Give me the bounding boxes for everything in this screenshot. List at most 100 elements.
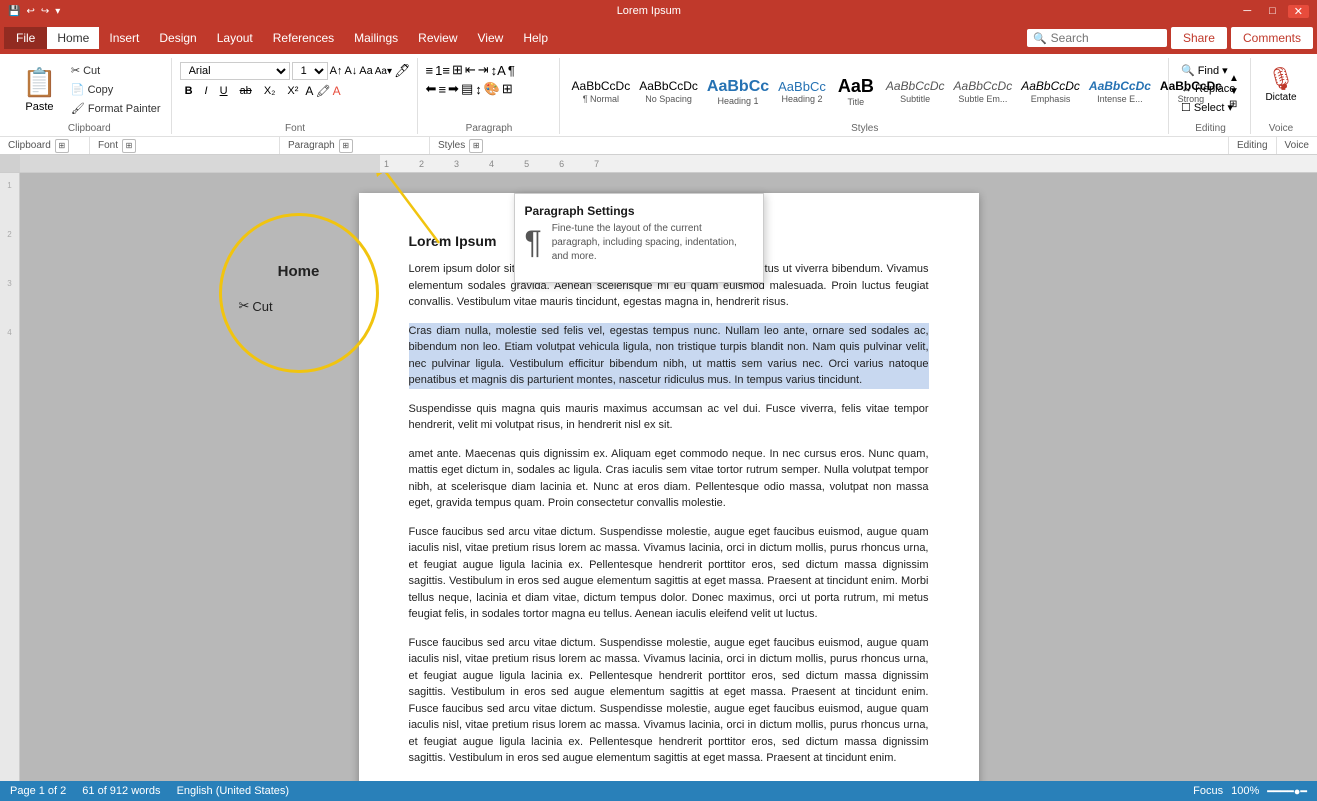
align-center-icon[interactable]: ≡ (438, 82, 446, 97)
borders-icon[interactable]: ⊞ (502, 81, 513, 97)
menu-review[interactable]: Review (408, 27, 467, 49)
show-marks-icon[interactable]: ¶ (508, 63, 515, 78)
font-expand-icon[interactable]: ⊞ (122, 139, 136, 153)
select-button[interactable]: ☐ Select ▾ (1177, 99, 1237, 116)
align-left-icon[interactable]: ⬅ (426, 81, 437, 97)
style-no-spacing[interactable]: AaBbCcDc No Spacing (635, 76, 702, 106)
numbered-list-icon[interactable]: 1≡ (435, 63, 450, 78)
sidebar-marker-1: 1 (7, 181, 11, 190)
focus-button[interactable]: Focus (1193, 785, 1223, 797)
decrease-indent-icon[interactable]: ⇤ (465, 62, 476, 78)
paragraph-5[interactable]: Fusce faucibus sed arcu vitae dictum. Su… (409, 524, 929, 623)
style-title[interactable]: AaB Title (831, 73, 881, 111)
maximize-button[interactable]: □ (1263, 5, 1282, 18)
paragraph-2[interactable]: Cras diam nulla, molestie sed felis vel,… (409, 323, 929, 389)
style-intense[interactable]: AaBbCcDc Intense E... (1085, 76, 1155, 106)
underline-button[interactable]: U (215, 83, 233, 99)
search-input[interactable] (1051, 31, 1151, 45)
text-highlight-color-icon[interactable]: 🖍 (315, 84, 330, 98)
shading-icon[interactable]: 🎨 (484, 81, 500, 97)
style-heading2[interactable]: AaBbCc Heading 2 (774, 76, 830, 108)
menu-mailings[interactable]: Mailings (344, 27, 408, 49)
bold-button[interactable]: B (180, 83, 198, 99)
minimize-button[interactable]: ─ (1237, 5, 1257, 18)
menu-help[interactable]: Help (513, 27, 558, 49)
select-icon: ☐ (1181, 101, 1191, 114)
paragraph-4[interactable]: amet ante. Maecenas quis dignissim ex. A… (409, 446, 929, 512)
ruler-tick-4: 4 (489, 159, 494, 169)
bullet-list-icon[interactable]: ≡ (426, 63, 434, 78)
text-effects-icon[interactable]: A (305, 84, 313, 98)
multilevel-list-icon[interactable]: ⊞ (452, 62, 463, 78)
menu-insert[interactable]: Insert (99, 27, 149, 49)
quick-access-save[interactable]: 💾 (8, 6, 20, 17)
style-emphasis-label: Emphasis (1031, 94, 1071, 104)
window-controls-left[interactable]: 💾 ↩ ↪ ▾ (8, 6, 60, 17)
style-subtitle[interactable]: AaBbCcDc Subtitle (882, 76, 949, 106)
language-indicator: English (United States) (177, 785, 290, 797)
italic-button[interactable]: I (200, 83, 213, 99)
font-label-cell[interactable]: Font ⊞ (90, 137, 280, 154)
menu-view[interactable]: View (468, 27, 514, 49)
replace-button[interactable]: ↔ Replace (1177, 81, 1239, 97)
comments-button[interactable]: Comments (1231, 27, 1313, 49)
zoom-slider[interactable]: ━━━━●━ (1267, 785, 1307, 798)
menu-home[interactable]: Home (47, 27, 99, 49)
clear-format-icon[interactable]: Aa (359, 65, 372, 77)
align-buttons-row: ⬅ ≡ ➡ ▤ ↕ 🎨 ⊞ (426, 81, 513, 97)
styles-expand-icon[interactable]: ⊞ (469, 139, 483, 153)
change-case-icon[interactable]: Aa▾ (375, 66, 392, 77)
dictate-button[interactable]: 🎙 Dictate (1259, 62, 1303, 107)
font-format-row: B I U ab X₂ X² A 🖍 A (180, 83, 341, 99)
tooltip-title: Paragraph Settings (525, 204, 753, 218)
ruler-tick-6: 6 (559, 159, 564, 169)
clipboard-expand-icon[interactable]: ⊞ (55, 139, 69, 153)
sort-icon[interactable]: ↕A (491, 63, 506, 78)
quick-access-undo[interactable]: ↩ (26, 6, 34, 17)
strikethrough-button[interactable]: ab (235, 83, 257, 99)
search-box[interactable]: 🔍 (1027, 29, 1167, 47)
styles-label-cell[interactable]: Styles ⊞ (430, 137, 1229, 154)
menu-layout[interactable]: Layout (207, 27, 263, 49)
cut-button[interactable]: ✂ Cut (67, 62, 165, 79)
clipboard-label-cell[interactable]: Clipboard ⊞ (0, 137, 90, 154)
find-button[interactable]: 🔍 Find ▾ (1177, 62, 1232, 79)
style-heading1[interactable]: AaBbCc Heading 1 (703, 74, 773, 109)
font-color-icon[interactable]: A (333, 84, 341, 98)
align-right-icon[interactable]: ➡ (448, 81, 459, 97)
highlight-icon[interactable]: 🖊 (394, 63, 411, 79)
paragraph-3[interactable]: Suspendisse quis magna quis mauris maxim… (409, 401, 929, 434)
style-emphasis[interactable]: AaBbCcDc Emphasis (1017, 76, 1084, 106)
line-spacing-icon[interactable]: ↕ (475, 82, 482, 97)
ruler-tick-3: 3 (454, 159, 459, 169)
font-family-select[interactable]: Arial (180, 62, 290, 80)
paragraph-label-cell[interactable]: Paragraph ⊞ (280, 137, 430, 154)
paragraph-6[interactable]: Fusce faucibus sed arcu vitae dictum. Su… (409, 635, 929, 767)
document-page[interactable]: Home ✂ Cut Paragraph S (359, 193, 979, 781)
subscript-button[interactable]: X₂ (259, 83, 281, 99)
menu-file[interactable]: File (4, 27, 47, 49)
font-size-select[interactable]: 12 (292, 62, 328, 80)
quick-access-more[interactable]: ▾ (55, 6, 60, 17)
copy-button[interactable]: 📄 Copy (67, 81, 165, 98)
paste-button[interactable]: 📋 Paste (14, 62, 65, 117)
font-grow-icon[interactable]: A↑ (330, 65, 343, 77)
paragraph-expand-icon[interactable]: ⊞ (339, 139, 353, 153)
ribbon-group-styles: AaBbCcDc ¶ Normal AaBbCcDc No Spacing Aa… (562, 58, 1169, 134)
justify-icon[interactable]: ▤ (461, 81, 473, 97)
superscript-button[interactable]: X² (282, 83, 303, 99)
increase-indent-icon[interactable]: ⇥ (478, 62, 489, 78)
close-button[interactable]: ✕ (1288, 5, 1309, 18)
font-shrink-icon[interactable]: A↓ (344, 65, 357, 77)
quick-access-redo[interactable]: ↪ (41, 6, 49, 17)
menu-design[interactable]: Design (149, 27, 206, 49)
format-painter-button[interactable]: 🖌 Format Painter (67, 100, 165, 117)
share-button[interactable]: Share (1171, 27, 1227, 49)
style-subtle-em[interactable]: AaBbCcDc Subtle Em... (950, 76, 1017, 106)
window-controls-right[interactable]: ─ □ ✕ (1237, 5, 1309, 18)
editing-label-cell[interactable]: Editing (1229, 137, 1277, 154)
sidebar-marker-2: 2 (7, 230, 11, 239)
style-normal[interactable]: AaBbCcDc ¶ Normal (568, 76, 635, 106)
voice-label-cell[interactable]: Voice (1277, 137, 1317, 154)
menu-references[interactable]: References (263, 27, 344, 49)
